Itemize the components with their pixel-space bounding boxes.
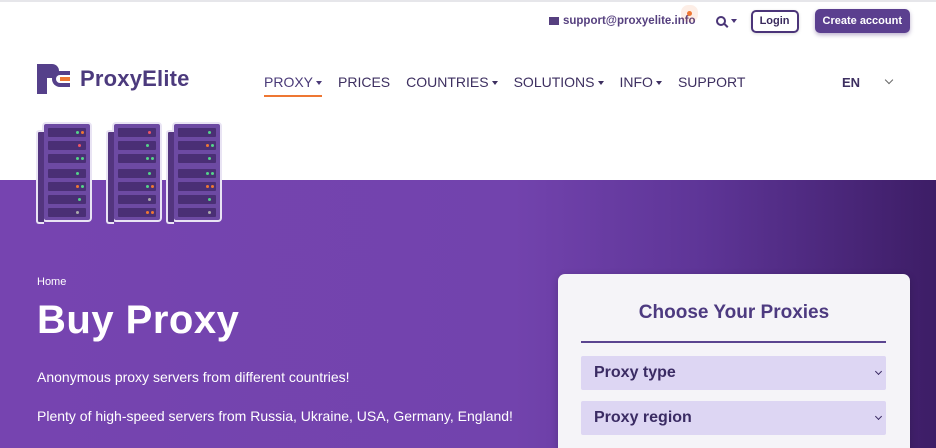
top-border (0, 0, 936, 2)
hero-description-2: Plenty of high-speed servers from Russia… (37, 408, 513, 424)
create-account-button[interactable]: Create account (814, 9, 910, 33)
logo-text: ProxyElite (80, 66, 190, 91)
chevron-down-icon (730, 19, 737, 23)
card-divider (581, 341, 886, 343)
breadcrumb[interactable]: Home (37, 276, 66, 288)
support-email-text: support@proxyelite.info (562, 15, 696, 27)
proxy-region-label: Proxy region (594, 409, 692, 426)
nav-item-proxy[interactable]: PROXY (264, 74, 323, 97)
nav-label: PRICES (338, 74, 391, 90)
notification-dot (686, 11, 692, 16)
nav-item-countries[interactable]: COUNTRIES (406, 74, 498, 94)
chevron-down-icon (874, 367, 883, 376)
nav-item-support[interactable]: SUPPORT (678, 74, 745, 94)
main-nav: PROXY PRICES COUNTRIES SOLUTIONS INFO SU… (264, 74, 761, 97)
chevron-down-icon (597, 81, 604, 86)
logo[interactable]: ProxyElite (37, 64, 190, 94)
chevron-down-icon (316, 81, 323, 86)
utility-bar: support@proxyelite.info Login Create acc… (548, 9, 910, 33)
nav-label: SUPPORT (677, 74, 746, 90)
login-button[interactable]: Login (750, 9, 799, 33)
chevron-down-icon (491, 81, 498, 86)
envelope-icon (548, 17, 559, 25)
support-email-link[interactable]: support@proxyelite.info (548, 11, 696, 27)
page-title: Buy Proxy (37, 298, 240, 342)
search-toggle[interactable] (715, 16, 737, 26)
hero-description-1: Anonymous proxy servers from different c… (37, 369, 350, 385)
proxy-region-select[interactable]: Proxy region (581, 401, 886, 435)
nav-label: COUNTRIES (406, 74, 489, 90)
server-rack-icon (106, 122, 162, 224)
proxy-type-select[interactable]: Proxy type (581, 356, 886, 390)
card-title: Choose Your Proxies (638, 302, 830, 323)
chevron-down-icon (874, 412, 883, 421)
nav-item-prices[interactable]: PRICES (338, 74, 390, 94)
chevron-down-icon[interactable] (884, 75, 894, 85)
nav-item-solutions[interactable]: SOLUTIONS (514, 74, 604, 94)
search-icon (715, 16, 726, 26)
nav-item-info[interactable]: INFO (620, 74, 662, 94)
nav-label: PROXY (264, 74, 314, 90)
proxy-type-label: Proxy type (594, 364, 676, 381)
chevron-down-icon (655, 81, 662, 86)
choose-proxies-card: Choose Your Proxies Proxy type Proxy reg… (558, 274, 910, 448)
nav-label: SOLUTIONS (513, 74, 595, 90)
server-rack-icon (36, 122, 92, 224)
language-selector[interactable]: EN (842, 75, 860, 90)
nav-label: INFO (619, 74, 653, 90)
server-rack-icon (166, 122, 222, 224)
logo-mark-icon (37, 64, 70, 94)
